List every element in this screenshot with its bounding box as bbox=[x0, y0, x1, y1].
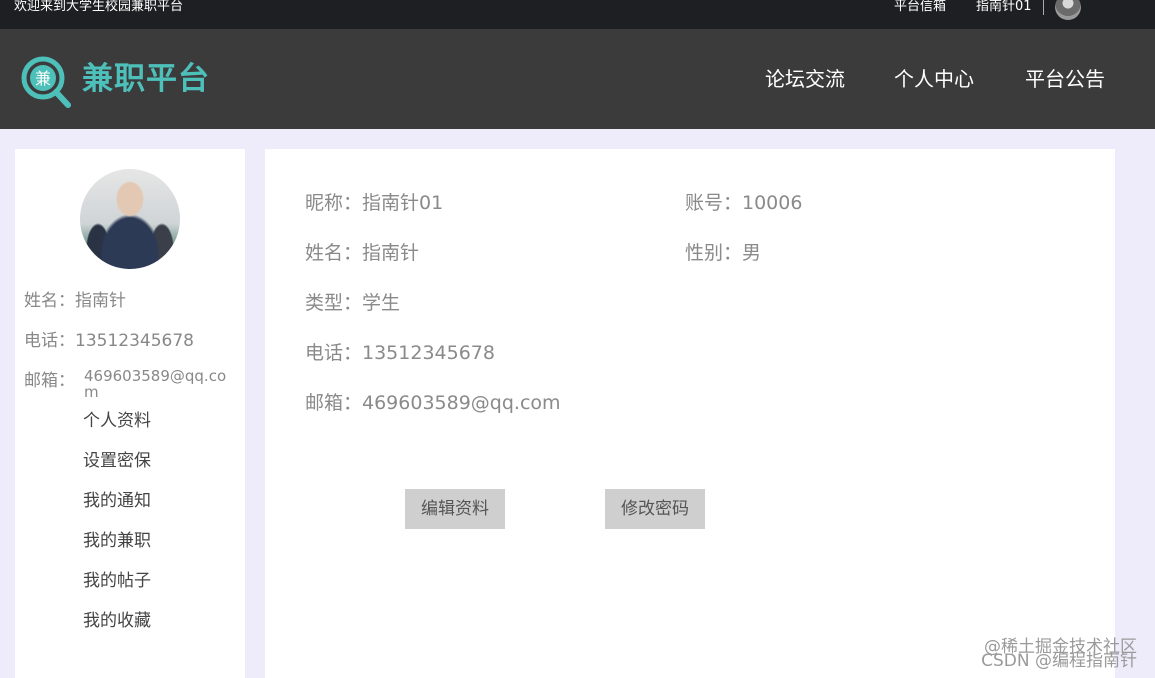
logo-text[interactable]: 兼职平台 bbox=[82, 59, 210, 99]
profile-name: 姓名：指南针 bbox=[305, 242, 420, 264]
divider bbox=[1043, 0, 1044, 15]
profile-account: 账号：10006 bbox=[685, 192, 803, 214]
top-bar: 欢迎来到大学生校园兼职平台 平台信箱 指南针01 bbox=[0, 0, 1155, 29]
sidebar-item-my-jobs[interactable]: 我的兼职 bbox=[83, 529, 151, 553]
profile-phone: 电话：13512345678 bbox=[305, 342, 495, 364]
profile-type: 类型：学生 bbox=[305, 292, 401, 314]
welcome-text: 欢迎来到大学生校园兼职平台 bbox=[14, 0, 184, 14]
profile-avatar bbox=[80, 169, 180, 269]
nav-announcements[interactable]: 平台公告 bbox=[1025, 65, 1105, 93]
nav-forum[interactable]: 论坛交流 bbox=[765, 65, 845, 93]
sidebar-phone: 电话：13512345678 bbox=[24, 331, 194, 351]
profile-nickname: 昵称：指南针01 bbox=[305, 192, 444, 214]
site-header: 兼 兼职平台 论坛交流 个人中心 平台公告 bbox=[0, 29, 1155, 129]
sidebar-item-my-posts[interactable]: 我的帖子 bbox=[83, 569, 151, 593]
username-link[interactable]: 指南针01 bbox=[976, 0, 1032, 14]
user-avatar[interactable] bbox=[1055, 0, 1081, 20]
logo-icon[interactable]: 兼 bbox=[20, 55, 74, 109]
profile-panel: 昵称：指南针01 账号：10006 姓名：指南针 性别：男 类型：学生 电话：1… bbox=[265, 149, 1115, 678]
profile-email: 邮箱：469603589@qq.com bbox=[305, 392, 561, 414]
sidebar-item-profile[interactable]: 个人资料 bbox=[83, 409, 151, 433]
nav-personal-center[interactable]: 个人中心 bbox=[894, 65, 974, 93]
watermark-csdn: CSDN @编程指南针 bbox=[981, 651, 1137, 671]
sidebar-item-security-question[interactable]: 设置密保 bbox=[83, 449, 151, 473]
edit-profile-button[interactable]: 编辑资料 bbox=[405, 489, 505, 529]
sidebar-name: 姓名：指南针 bbox=[24, 291, 126, 311]
sidebar-item-notifications[interactable]: 我的通知 bbox=[83, 489, 151, 513]
sidebar-item-favorites[interactable]: 我的收藏 bbox=[83, 609, 151, 633]
change-password-button[interactable]: 修改密码 bbox=[605, 489, 705, 529]
mailbox-link[interactable]: 平台信箱 bbox=[894, 0, 946, 14]
sidebar-email-value: 469603589@qq.com bbox=[84, 367, 227, 401]
logo-glyph: 兼 bbox=[35, 69, 51, 88]
sidebar: 姓名：指南针 电话：13512345678 邮箱： 469603589@qq.c… bbox=[15, 149, 245, 678]
profile-gender: 性别：男 bbox=[685, 242, 762, 264]
sidebar-email-label: 邮箱： bbox=[24, 371, 75, 391]
